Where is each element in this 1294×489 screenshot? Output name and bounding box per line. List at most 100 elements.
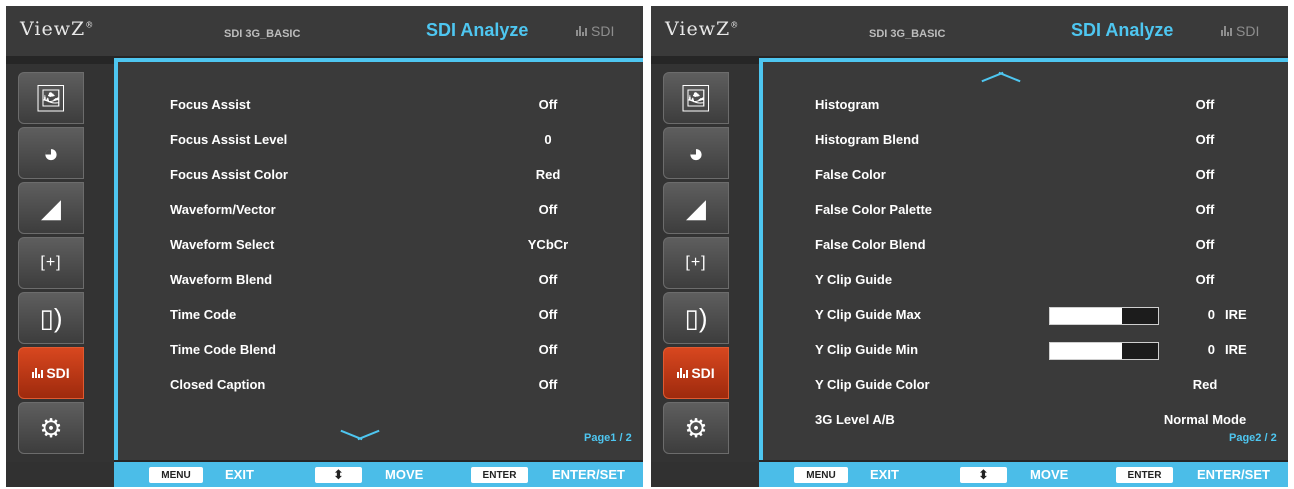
- sidebar-item-system[interactable]: ⚙: [18, 402, 84, 454]
- setting-row[interactable]: Y Clip Guide Off: [815, 272, 1285, 294]
- setting-value: Off: [1195, 272, 1215, 287]
- setting-row[interactable]: 3G Level A/B Normal Mode: [815, 412, 1285, 434]
- scroll-down-icon[interactable]: [340, 428, 380, 442]
- page-indicator: Page2 / 2: [1229, 432, 1277, 444]
- sidebar-item-remote[interactable]: ▯): [18, 292, 84, 344]
- osd-panel-page-1: ViewZ® SDI 3G_BASIC SDI Analyze SDI 🖼 ◕ …: [6, 6, 643, 487]
- menu-key[interactable]: MENU: [149, 467, 203, 483]
- speaker-icon: ◢: [41, 193, 61, 223]
- move-key-icon[interactable]: ⬍: [315, 467, 362, 483]
- sidebar-item-remote[interactable]: ▯): [663, 292, 729, 344]
- top-bar: ViewZ® SDI 3G_BASIC SDI Analyze SDI: [651, 6, 1288, 56]
- setting-value: Off: [1195, 97, 1215, 112]
- sidebar-item-audio[interactable]: ◢: [663, 182, 729, 234]
- slider-unit: IRE: [1225, 307, 1247, 322]
- y-clip-max-slider[interactable]: [1049, 307, 1159, 325]
- color-wheel-icon: ◕: [43, 138, 59, 168]
- setting-row[interactable]: Waveform Select YCbCr: [170, 237, 640, 259]
- sidebar-item-picture[interactable]: 🖼: [18, 72, 84, 124]
- setting-row[interactable]: Waveform/Vector Off: [170, 202, 640, 224]
- setting-label: Y Clip Guide: [815, 272, 893, 287]
- brand-logo: ViewZ®: [665, 18, 740, 40]
- setting-value: Off: [538, 272, 558, 287]
- setting-row[interactable]: Focus Assist Level 0: [170, 132, 640, 154]
- setting-value: 0: [544, 132, 552, 147]
- setting-value: Off: [1195, 202, 1215, 217]
- sdi-bars-icon: [32, 368, 44, 378]
- setting-label: Time Code Blend: [170, 342, 276, 357]
- settings-list: Histogram Off Histogram Blend Off False Co…: [759, 58, 1288, 460]
- input-mode-label: SDI 3G_BASIC: [869, 28, 946, 40]
- setting-row[interactable]: Histogram Blend Off: [815, 132, 1285, 154]
- setting-row[interactable]: Focus Assist Off: [170, 97, 640, 119]
- setting-row[interactable]: Closed Caption Off: [170, 377, 640, 399]
- setting-label: Time Code: [170, 307, 237, 322]
- sidebar-item-label: SDI: [691, 365, 715, 381]
- scroll-up-icon[interactable]: [981, 70, 1021, 84]
- setting-row[interactable]: Waveform Blend Off: [170, 272, 640, 294]
- setting-row[interactable]: Histogram Off: [815, 97, 1285, 119]
- picture-icon: 🖼: [34, 83, 68, 113]
- enter-key[interactable]: ENTER: [1116, 467, 1173, 483]
- setting-label: Waveform Select: [170, 237, 275, 252]
- setting-row[interactable]: False Color Off: [815, 167, 1285, 189]
- setting-label: Histogram Blend: [815, 132, 920, 147]
- sidebar-item-label: SDI: [46, 365, 70, 381]
- exit-label: EXIT: [225, 467, 254, 482]
- slider-value: 0: [1207, 342, 1215, 357]
- sidebar-item-marker[interactable]: [+]: [18, 237, 84, 289]
- slider-unit: IRE: [1225, 342, 1247, 357]
- signal-bars-icon: [1221, 26, 1232, 36]
- sdi-indicator: SDI: [576, 23, 614, 39]
- remote-signal-icon: ▯): [684, 303, 708, 333]
- setting-row[interactable]: Y Clip Guide Min 0 IRE: [815, 342, 1285, 364]
- setting-value: Off: [538, 97, 558, 112]
- setting-label: Focus Assist: [170, 97, 251, 112]
- slider-value: 0: [1207, 307, 1215, 322]
- setting-value: Off: [538, 202, 558, 217]
- exit-label: EXIT: [870, 467, 899, 482]
- setting-label: Y Clip Guide Color: [815, 377, 930, 392]
- setting-value: Off: [538, 342, 558, 357]
- picture-icon: 🖼: [679, 83, 713, 113]
- setting-row[interactable]: Time Code Off: [170, 307, 640, 329]
- sidebar-item-audio[interactable]: ◢: [18, 182, 84, 234]
- sidebar-item-sdi[interactable]: SDI: [663, 347, 729, 399]
- setting-label: Closed Caption: [170, 377, 266, 392]
- y-clip-min-slider[interactable]: [1049, 342, 1159, 360]
- category-sidebar: 🖼 ◕ ◢ [+] ▯) SDI ⚙: [6, 64, 114, 462]
- marker-icon: [+]: [685, 254, 707, 271]
- remote-signal-icon: ▯): [39, 303, 63, 333]
- enter-set-label: ENTER/SET: [552, 467, 625, 482]
- move-key-icon[interactable]: ⬍: [960, 467, 1007, 483]
- key-guide-bar: MENU EXIT ⬍ MOVE ENTER ENTER/SET: [6, 462, 643, 487]
- setting-row[interactable]: False Color Blend Off: [815, 237, 1285, 259]
- sidebar-item-marker[interactable]: [+]: [663, 237, 729, 289]
- setting-value: Off: [538, 307, 558, 322]
- key-guide-bar: MENU EXIT ⬍ MOVE ENTER ENTER/SET: [651, 462, 1288, 487]
- sidebar-item-color[interactable]: ◕: [663, 127, 729, 179]
- setting-value: Red: [535, 167, 561, 182]
- setting-row[interactable]: Focus Assist Color Red: [170, 167, 640, 189]
- setting-label: False Color Blend: [815, 237, 926, 252]
- signal-bars-icon: [576, 26, 587, 36]
- enter-set-label: ENTER/SET: [1197, 467, 1270, 482]
- setting-row[interactable]: Y Clip Guide Color Red: [815, 377, 1285, 399]
- sidebar-item-color[interactable]: ◕: [18, 127, 84, 179]
- setting-row[interactable]: False Color Palette Off: [815, 202, 1285, 224]
- sidebar-item-system[interactable]: ⚙: [663, 402, 729, 454]
- sidebar-item-sdi[interactable]: SDI: [18, 347, 84, 399]
- setting-value: Off: [1195, 167, 1215, 182]
- menu-key[interactable]: MENU: [794, 467, 848, 483]
- setting-label: Focus Assist Color: [170, 167, 288, 182]
- page-indicator: Page1 / 2: [584, 432, 632, 444]
- enter-key[interactable]: ENTER: [471, 467, 528, 483]
- settings-gears-icon: ⚙: [39, 413, 63, 443]
- setting-row[interactable]: Time Code Blend Off: [170, 342, 640, 364]
- sidebar-item-picture[interactable]: 🖼: [663, 72, 729, 124]
- setting-value: Red: [1192, 377, 1218, 392]
- move-label: MOVE: [385, 467, 424, 482]
- category-sidebar: 🖼 ◕ ◢ [+] ▯) SDI ⚙: [651, 64, 759, 462]
- sdi-bars-icon: [677, 368, 689, 378]
- setting-row[interactable]: Y Clip Guide Max 0 IRE: [815, 307, 1285, 329]
